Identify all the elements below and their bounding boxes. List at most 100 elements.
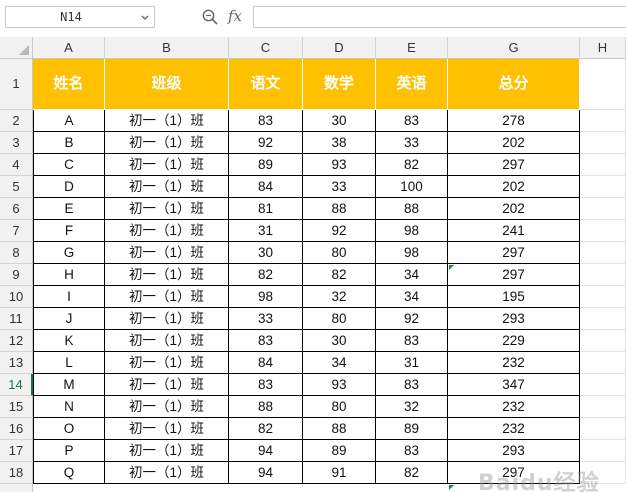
row-header[interactable]: 7 bbox=[0, 220, 33, 242]
table-cell-chinese[interactable]: 83 bbox=[229, 374, 303, 396]
table-cell-chinese[interactable]: 81 bbox=[229, 198, 303, 220]
row-header[interactable]: 4 bbox=[0, 154, 33, 176]
table-cell-english[interactable]: 31 bbox=[376, 352, 448, 374]
table-cell-math[interactable]: 82 bbox=[303, 264, 376, 286]
table-cell-total[interactable]: 202 bbox=[448, 132, 580, 154]
table-cell-total[interactable]: 241 bbox=[448, 220, 580, 242]
table-cell-chinese[interactable]: 83 bbox=[229, 110, 303, 132]
empty-cell[interactable] bbox=[580, 418, 626, 440]
table-cell-total[interactable]: 297 bbox=[448, 154, 580, 176]
name-box[interactable]: N14 bbox=[5, 6, 155, 28]
row-header[interactable]: 14 bbox=[0, 374, 33, 396]
table-cell-total[interactable]: 195 bbox=[448, 286, 580, 308]
row-header[interactable]: 8 bbox=[0, 242, 33, 264]
table-cell-math[interactable]: 92 bbox=[303, 220, 376, 242]
zoom-icon[interactable] bbox=[201, 8, 219, 26]
column-header-h[interactable]: H bbox=[580, 37, 626, 59]
table-cell-name[interactable]: D bbox=[33, 176, 105, 198]
table-cell-class[interactable]: 初一（1）班 bbox=[105, 418, 229, 440]
table-cell-name[interactable]: B bbox=[33, 132, 105, 154]
row-header[interactable]: 17 bbox=[0, 440, 33, 462]
table-cell-english[interactable]: 82 bbox=[376, 462, 448, 484]
table-cell-name[interactable]: I bbox=[33, 286, 105, 308]
empty-cell[interactable] bbox=[580, 374, 626, 396]
table-cell-math[interactable]: 34 bbox=[303, 352, 376, 374]
table-cell-english[interactable]: 83 bbox=[376, 110, 448, 132]
table-cell-name[interactable]: A bbox=[33, 110, 105, 132]
row-header[interactable]: 10 bbox=[0, 286, 33, 308]
row-header[interactable]: 18 bbox=[0, 462, 33, 484]
header-cell-5[interactable]: 总分 bbox=[448, 59, 580, 110]
table-cell-total[interactable]: 229 bbox=[448, 330, 580, 352]
table-cell-chinese[interactable]: 84 bbox=[229, 176, 303, 198]
table-cell-chinese[interactable]: 84 bbox=[229, 352, 303, 374]
header-cell-2[interactable]: 语文 bbox=[229, 59, 303, 110]
table-cell-class[interactable]: 初一（1）班 bbox=[105, 330, 229, 352]
column-header-a[interactable]: A bbox=[33, 37, 105, 59]
column-header-e[interactable]: E bbox=[376, 37, 448, 59]
table-cell-chinese[interactable]: 88 bbox=[229, 396, 303, 418]
column-header-b[interactable]: B bbox=[105, 37, 229, 59]
row-header[interactable]: 2 bbox=[0, 110, 33, 132]
row-header[interactable]: 11 bbox=[0, 308, 33, 330]
table-cell-chinese[interactable]: 83 bbox=[229, 330, 303, 352]
table-cell-math[interactable]: 30 bbox=[303, 110, 376, 132]
table-cell-name[interactable]: H bbox=[33, 264, 105, 286]
column-header-c[interactable]: C bbox=[229, 37, 303, 59]
table-cell-name[interactable]: J bbox=[33, 308, 105, 330]
table-cell-name[interactable]: L bbox=[33, 352, 105, 374]
table-cell-english[interactable]: 32 bbox=[376, 396, 448, 418]
row-header[interactable]: 13 bbox=[0, 352, 33, 374]
table-cell-english[interactable]: 34 bbox=[376, 286, 448, 308]
table-cell-name[interactable]: M bbox=[33, 374, 105, 396]
table-cell-english[interactable]: 83 bbox=[376, 330, 448, 352]
table-cell-english[interactable]: 88 bbox=[376, 198, 448, 220]
table-cell-math[interactable]: 93 bbox=[303, 154, 376, 176]
table-cell-class[interactable]: 初一（1）班 bbox=[105, 352, 229, 374]
table-cell-total[interactable]: 202 bbox=[448, 176, 580, 198]
empty-cell[interactable] bbox=[580, 132, 626, 154]
table-cell-class[interactable]: 初一（1）班 bbox=[105, 462, 229, 484]
select-all-button[interactable] bbox=[0, 37, 33, 59]
column-header-g[interactable]: G bbox=[448, 37, 580, 59]
table-cell-name[interactable]: E bbox=[33, 198, 105, 220]
table-cell-class[interactable]: 初一（1）班 bbox=[105, 198, 229, 220]
table-cell-math[interactable]: 80 bbox=[303, 396, 376, 418]
table-cell-math[interactable]: 88 bbox=[303, 198, 376, 220]
table-cell-total[interactable]: 293 bbox=[448, 308, 580, 330]
empty-cell[interactable] bbox=[580, 286, 626, 308]
table-cell-total[interactable]: 202 bbox=[448, 198, 580, 220]
table-cell-total[interactable]: 232 bbox=[448, 396, 580, 418]
header-cell-3[interactable]: 数学 bbox=[303, 59, 376, 110]
table-cell-english[interactable]: 82 bbox=[376, 154, 448, 176]
table-cell-math[interactable]: 33 bbox=[303, 176, 376, 198]
table-cell-chinese[interactable]: 94 bbox=[229, 462, 303, 484]
table-cell-chinese[interactable]: 89 bbox=[229, 154, 303, 176]
table-cell-english[interactable]: 83 bbox=[376, 440, 448, 462]
table-cell-chinese[interactable]: 33 bbox=[229, 308, 303, 330]
empty-cell[interactable] bbox=[580, 264, 626, 286]
empty-cell[interactable] bbox=[580, 440, 626, 462]
table-cell-total[interactable]: 232 bbox=[448, 352, 580, 374]
table-cell-math[interactable]: 80 bbox=[303, 308, 376, 330]
empty-cell[interactable] bbox=[580, 110, 626, 132]
table-cell-name[interactable]: P bbox=[33, 440, 105, 462]
table-cell-class[interactable]: 初一（1）班 bbox=[105, 242, 229, 264]
table-cell-class[interactable]: 初一（1）班 bbox=[105, 440, 229, 462]
table-cell-english[interactable]: 33 bbox=[376, 132, 448, 154]
table-cell-class[interactable]: 初一（1）班 bbox=[105, 308, 229, 330]
row-header[interactable]: 6 bbox=[0, 198, 33, 220]
table-cell-english[interactable]: 34 bbox=[376, 264, 448, 286]
row-header-1[interactable]: 1 bbox=[0, 59, 33, 110]
table-cell-chinese[interactable]: 31 bbox=[229, 220, 303, 242]
table-cell-class[interactable]: 初一（1）班 bbox=[105, 132, 229, 154]
table-cell-chinese[interactable]: 82 bbox=[229, 418, 303, 440]
table-cell-class[interactable]: 初一（1）班 bbox=[105, 176, 229, 198]
table-cell-total[interactable]: 293 bbox=[448, 440, 580, 462]
table-cell-math[interactable]: 88 bbox=[303, 418, 376, 440]
row-header[interactable]: 3 bbox=[0, 132, 33, 154]
table-cell-english[interactable]: 100 bbox=[376, 176, 448, 198]
empty-cell[interactable] bbox=[580, 330, 626, 352]
table-cell-total[interactable]: 232 bbox=[448, 418, 580, 440]
empty-cell[interactable] bbox=[580, 59, 626, 110]
